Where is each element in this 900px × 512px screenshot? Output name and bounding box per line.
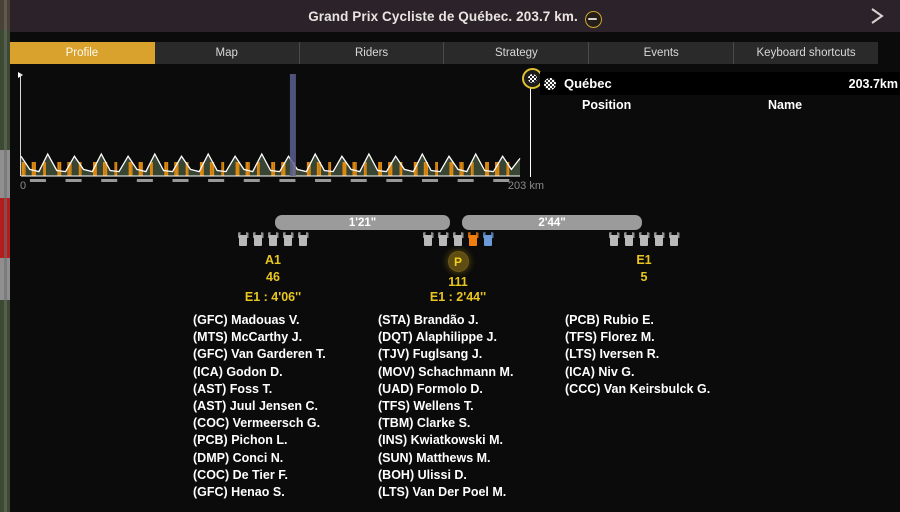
tab-events[interactable]: Events bbox=[589, 42, 735, 64]
group-e1-jerseys bbox=[574, 230, 714, 246]
group-peloton-eta-label: E1 : 2'44'' bbox=[429, 290, 487, 304]
rider-entry[interactable]: (LTS) Iversen R. bbox=[565, 346, 710, 363]
elevation-profile[interactable]: 0 203 km bbox=[14, 68, 544, 198]
profile-end-label: 203 km bbox=[507, 180, 544, 192]
group-peloton-count: 111 bbox=[448, 275, 468, 289]
elevation-profile-svg bbox=[20, 74, 521, 182]
group-a1-eta-label: E1 : 4'06'' bbox=[244, 290, 302, 304]
group-e1[interactable]: E1 5 bbox=[574, 230, 714, 284]
tab-map[interactable]: Map bbox=[154, 42, 300, 64]
group-peloton-jerseys bbox=[388, 230, 528, 246]
location-info-panel: Québec 203.7km Position Name bbox=[540, 70, 900, 215]
jersey-icon-gray bbox=[608, 232, 620, 246]
rider-entry[interactable]: (SUN) Matthews M. bbox=[378, 450, 513, 467]
jersey-icon-gray bbox=[653, 232, 665, 246]
tab-riders-label: Riders bbox=[354, 47, 389, 59]
rider-entry[interactable]: (MOV) Schachmann M. bbox=[378, 364, 513, 381]
rider-entry[interactable]: (DMP) Conci N. bbox=[193, 450, 326, 467]
column-header-name: Name bbox=[768, 98, 803, 112]
gap-bar-1-label: 1'21" bbox=[348, 216, 377, 229]
tab-map-label: Map bbox=[215, 47, 238, 59]
rider-entry[interactable]: (AST) Juul Jensen C. bbox=[193, 398, 326, 415]
rider-entry[interactable]: (STA) Brandão J. bbox=[378, 312, 513, 329]
jersey-icon-gray bbox=[422, 232, 434, 246]
group-e1-rider-list[interactable]: (PCB) Rubio E. (TFS) Florez M. (LTS) Ivers… bbox=[565, 312, 710, 398]
tab-profile-label: Profile bbox=[65, 47, 99, 59]
jersey-icon-gray bbox=[282, 232, 294, 246]
group-a1-eta: E1 : 4'06'' bbox=[183, 290, 363, 304]
tab-profile[interactable]: Profile bbox=[10, 42, 155, 64]
stage-info-window: Grand Prix Cycliste de Québec. 203.7 km.… bbox=[0, 0, 900, 512]
group-e1-count: 5 bbox=[640, 270, 648, 284]
group-a1-count: 46 bbox=[266, 270, 280, 284]
rider-entry[interactable]: (AST) Foss T. bbox=[193, 381, 326, 398]
column-header-position: Position bbox=[582, 98, 632, 112]
profile-start-label: 0 bbox=[20, 180, 27, 192]
jersey-icon-gray bbox=[452, 232, 464, 246]
tab-bar: Profile Map Riders Strategy Events Keybo… bbox=[10, 42, 878, 64]
gap-bar-1: 1'21" bbox=[275, 215, 450, 230]
rider-entry[interactable]: (PCB) Rubio E. bbox=[565, 312, 710, 329]
rider-entry[interactable]: (GFC) Madouas V. bbox=[193, 312, 326, 329]
checkered-flag-icon bbox=[544, 77, 556, 90]
rider-entry[interactable]: (GFC) Van Garderen T. bbox=[193, 346, 326, 363]
rider-entry[interactable]: (TFS) Wellens T. bbox=[378, 398, 513, 415]
chevron-right-icon[interactable] bbox=[864, 2, 890, 30]
location-row: Québec 203.7km bbox=[540, 72, 900, 95]
jersey-icon-gray bbox=[623, 232, 635, 246]
tab-strategy-label: Strategy bbox=[494, 47, 538, 59]
finish-line-marker bbox=[530, 74, 531, 177]
location-name: Québec bbox=[564, 76, 612, 91]
jersey-icon-orange bbox=[467, 232, 479, 246]
group-e1-label: E1 bbox=[636, 253, 652, 267]
tab-keyboard-shortcuts[interactable]: Keyboard shortcuts bbox=[734, 42, 878, 64]
rider-entry[interactable]: (UAD) Formolo D. bbox=[378, 381, 513, 398]
jersey-icon-gray bbox=[297, 232, 309, 246]
rider-entry[interactable]: (CCC) Van Keirsbulck G. bbox=[565, 381, 710, 398]
results-table-header: Position Name bbox=[540, 98, 900, 116]
rider-entry[interactable]: (GFC) Henao S. bbox=[193, 484, 326, 501]
group-peloton-rider-list[interactable]: (STA) Brandão J. (DQT) Alaphilippe J. (TJV… bbox=[378, 312, 513, 501]
rider-entry[interactable]: (PCB) Pichon L. bbox=[193, 432, 326, 449]
location-distance: 203.7km bbox=[848, 76, 898, 91]
rider-entry[interactable]: (TBM) Clarke S. bbox=[378, 415, 513, 432]
gap-bar-2-label: 2'44" bbox=[538, 216, 566, 229]
jersey-icon-gray bbox=[237, 232, 249, 246]
jersey-icon-gray bbox=[668, 232, 680, 246]
rider-entry[interactable]: (TJV) Fuglsang J. bbox=[378, 346, 513, 363]
jersey-icon-gray bbox=[252, 232, 264, 246]
window-title: Grand Prix Cycliste de Québec. 203.7 km. bbox=[308, 8, 578, 24]
rider-entry[interactable]: (COC) De Tier F. bbox=[193, 467, 326, 484]
jersey-icon-gray bbox=[437, 232, 449, 246]
peloton-badge: P bbox=[447, 251, 469, 272]
window-titlebar: Grand Prix Cycliste de Québec. 203.7 km. bbox=[10, 0, 900, 32]
group-peloton[interactable]: P 111 bbox=[388, 230, 528, 289]
tab-riders[interactable]: Riders bbox=[299, 42, 445, 64]
rider-entry[interactable]: (TFS) Florez M. bbox=[565, 329, 710, 346]
flat-stage-icon bbox=[584, 10, 602, 28]
rider-entry[interactable]: (LTS) Van Der Poel M. bbox=[378, 484, 513, 501]
rider-entry[interactable]: (ICA) Godon D. bbox=[193, 364, 326, 381]
group-a1-rider-list[interactable]: (GFC) Madouas V. (MTS) McCarthy J. (GFC) V… bbox=[193, 312, 326, 501]
rider-entry[interactable]: (ICA) Niv G. bbox=[565, 364, 710, 381]
rider-entry[interactable]: (COC) Vermeersch G. bbox=[193, 415, 326, 432]
tab-events-label: Events bbox=[643, 47, 679, 59]
jersey-icon-gray bbox=[267, 232, 279, 246]
rider-entry[interactable]: (DQT) Alaphilippe J. bbox=[378, 329, 513, 346]
group-peloton-eta: E1 : 2'44'' bbox=[368, 290, 548, 304]
tab-keyboard-shortcuts-label: Keyboard shortcuts bbox=[756, 47, 856, 59]
group-a1-jerseys bbox=[203, 230, 343, 246]
group-a1[interactable]: A1 46 bbox=[203, 230, 343, 284]
tab-strategy[interactable]: Strategy bbox=[444, 42, 590, 64]
jersey-icon-gray bbox=[638, 232, 650, 246]
game-world-strip bbox=[0, 0, 10, 512]
rider-entry[interactable]: (BOH) Ulissi D. bbox=[378, 467, 513, 484]
rider-entry[interactable]: (MTS) McCarthy J. bbox=[193, 329, 326, 346]
rider-entry[interactable]: (INS) Kwiatkowski M. bbox=[378, 432, 513, 449]
road-strip bbox=[4, 0, 7, 512]
group-a1-label: A1 bbox=[265, 253, 281, 267]
jersey-icon-blue bbox=[482, 232, 494, 246]
gap-bar-2: 2'44" bbox=[462, 215, 642, 230]
